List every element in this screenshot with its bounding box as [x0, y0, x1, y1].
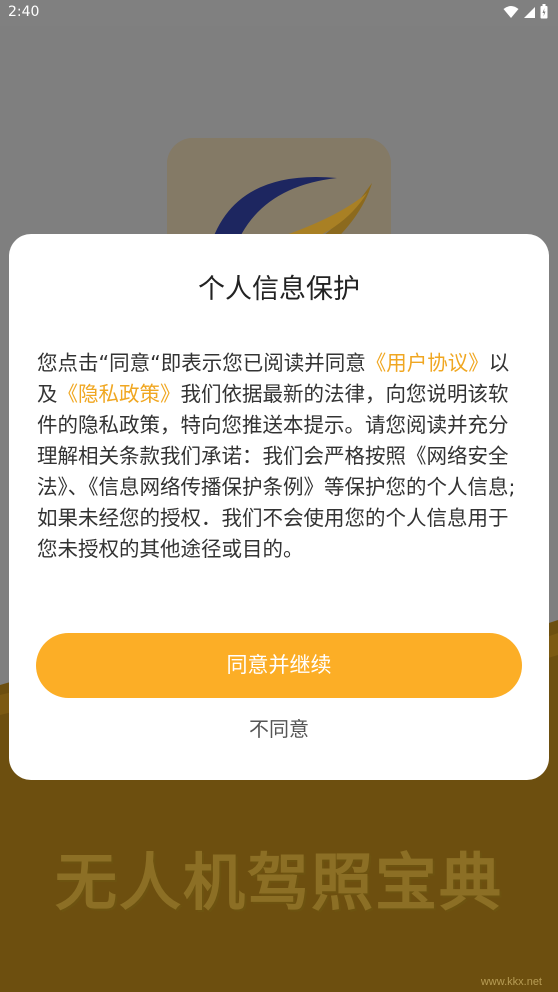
user-agreement-link[interactable]: 《用户协议》 — [366, 351, 489, 375]
cell-signal-icon — [523, 5, 536, 19]
status-time: 2:40 — [8, 4, 40, 20]
splash-app-name: 无人机驾照宝典 — [54, 846, 503, 919]
status-icons — [503, 4, 548, 19]
dialog-title: 个人信息保护 — [198, 274, 360, 305]
battery-icon — [540, 4, 548, 19]
status-bar: 2:40 — [0, 0, 558, 26]
body-rest-text: 我们依据最新的法律，向您说明该软件的隐私政策，特向您推送本提示。请您阅读并充分理… — [37, 382, 516, 561]
privacy-policy-link[interactable]: 《隐私政策》 — [58, 382, 181, 406]
agree-continue-button[interactable]: 同意并继续 — [36, 633, 522, 698]
body-intro-text: 您点击“同意“即表示您已阅读并同意 — [37, 351, 366, 375]
dialog-body: 您点击“同意“即表示您已阅读并同意《用户协议》以及《隐私政策》我们依据最新的法律… — [37, 348, 523, 565]
privacy-dialog: 个人信息保护 您点击“同意“即表示您已阅读并同意《用户协议》以及《隐私政策》我们… — [9, 234, 549, 780]
wifi-icon — [503, 5, 519, 19]
watermark: www.kkx.net — [480, 976, 542, 988]
disagree-button[interactable]: 不同意 — [179, 711, 379, 747]
